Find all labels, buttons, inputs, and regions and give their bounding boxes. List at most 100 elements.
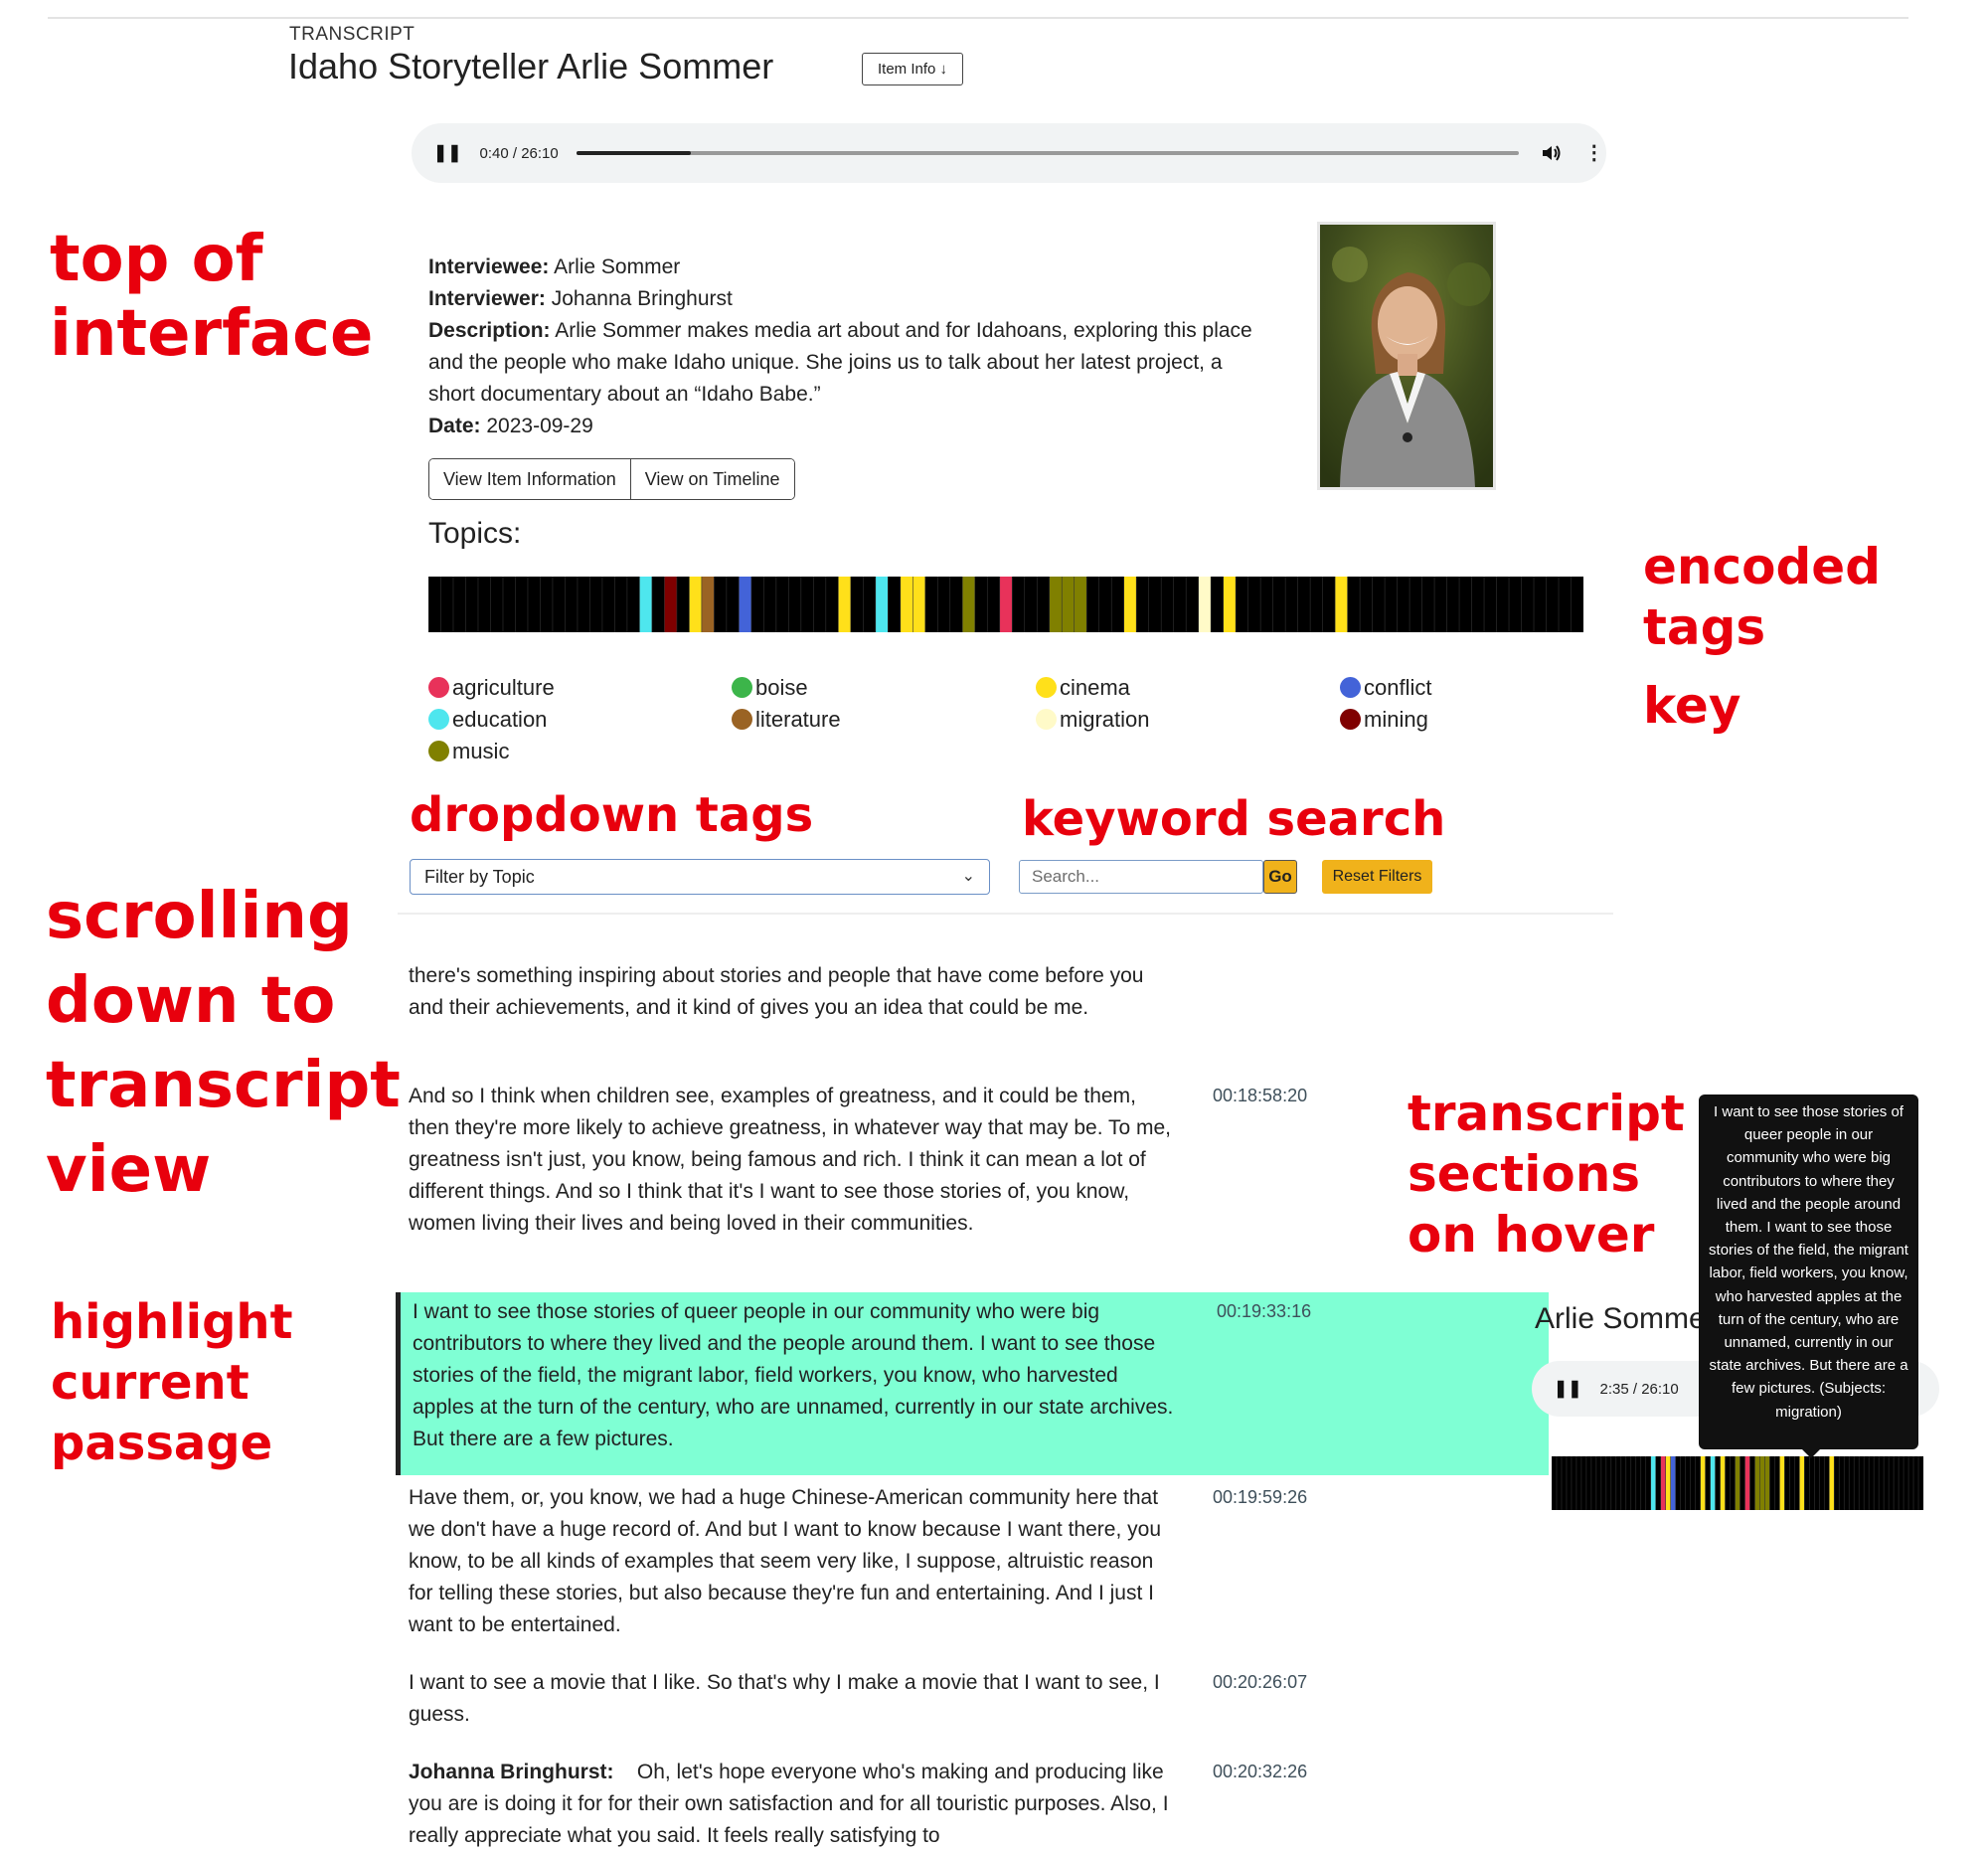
topic-segment[interactable] [1749, 1456, 1755, 1510]
pause-icon[interactable]: ❚❚ [433, 143, 462, 163]
topic-segment[interactable] [1705, 1456, 1711, 1510]
topic-segment[interactable] [1665, 1456, 1671, 1510]
topic-segment[interactable] [490, 577, 504, 632]
topic-segment[interactable] [1720, 1456, 1726, 1510]
topic-segment[interactable] [937, 577, 951, 632]
topic-segment[interactable] [1421, 577, 1435, 632]
topic-segment[interactable] [664, 577, 678, 632]
topic-segment[interactable] [676, 577, 690, 632]
topic-segment[interactable] [1580, 1456, 1587, 1510]
topic-segment[interactable] [689, 577, 703, 632]
topic-segment[interactable] [838, 577, 852, 632]
topic-segment[interactable] [1556, 1456, 1563, 1510]
topic-segment[interactable] [1869, 1456, 1875, 1510]
topic-segment[interactable] [974, 577, 988, 632]
transcript-paragraph[interactable]: I want to see a movie that I like. So th… [409, 1667, 1174, 1731]
topic-segment[interactable] [1650, 1456, 1657, 1510]
topic-segment[interactable] [601, 577, 615, 632]
transcript-paragraph-current[interactable]: I want to see those stories of queer peo… [413, 1296, 1178, 1455]
topic-segment[interactable] [1814, 1456, 1820, 1510]
topic-segment[interactable] [1918, 1456, 1923, 1510]
topic-segment[interactable] [1585, 1456, 1592, 1510]
topic-segment[interactable] [1285, 577, 1298, 632]
topic-segment[interactable] [1715, 1456, 1721, 1510]
topic-segment[interactable] [1575, 1456, 1582, 1510]
topic-segment[interactable] [1610, 1456, 1617, 1510]
topic-segment[interactable] [651, 577, 665, 632]
topic-segment[interactable] [1509, 577, 1522, 632]
topic-segment[interactable] [1640, 1456, 1647, 1510]
topic-segment[interactable] [1889, 1456, 1895, 1510]
topic-segment[interactable] [639, 577, 653, 632]
topic-segment[interactable] [540, 577, 554, 632]
topic-segment[interactable] [1630, 1456, 1637, 1510]
topic-segment[interactable] [1024, 577, 1038, 632]
topic-segment[interactable] [1347, 577, 1361, 632]
topic-segment[interactable] [477, 577, 491, 632]
topic-segment[interactable] [1789, 1456, 1795, 1510]
topic-segment[interactable] [726, 577, 740, 632]
reset-filters-button[interactable]: Reset Filters [1322, 860, 1432, 894]
topic-segment[interactable] [1899, 1456, 1905, 1510]
topic-segment[interactable] [1074, 577, 1087, 632]
more-options-icon[interactable]: ⋮ [1584, 143, 1604, 163]
topic-segment[interactable] [1561, 1456, 1568, 1510]
topic-segment[interactable] [452, 577, 466, 632]
topic-segment[interactable] [465, 577, 479, 632]
topic-segment[interactable] [1571, 1456, 1577, 1510]
topic-segment[interactable] [1849, 1456, 1855, 1510]
topic-segment[interactable] [1595, 1456, 1602, 1510]
topic-segment[interactable] [527, 577, 541, 632]
topic-segment[interactable] [1123, 577, 1137, 632]
topic-segment[interactable] [1605, 1456, 1612, 1510]
topic-segment[interactable] [565, 577, 579, 632]
topic-segment[interactable] [1859, 1456, 1865, 1510]
topic-segment[interactable] [1322, 577, 1336, 632]
topic-segment[interactable] [1546, 577, 1560, 632]
topic-segment[interactable] [1335, 577, 1348, 632]
topic-segment[interactable] [714, 577, 728, 632]
topic-segment[interactable] [1590, 1456, 1597, 1510]
topic-segment[interactable] [1161, 577, 1174, 632]
topic-segment[interactable] [1884, 1456, 1890, 1510]
topic-segment[interactable] [1198, 577, 1212, 632]
topic-segment[interactable] [1700, 1456, 1706, 1510]
topic-segment[interactable] [1784, 1456, 1790, 1510]
topic-segment[interactable] [1409, 577, 1422, 632]
topic-segment[interactable] [1839, 1456, 1845, 1510]
topic-segment[interactable] [1764, 1456, 1770, 1510]
topic-segment[interactable] [1223, 577, 1237, 632]
topic-segment[interactable] [813, 577, 827, 632]
topic-segment[interactable] [1908, 1456, 1914, 1510]
topic-segment[interactable] [626, 577, 640, 632]
topic-segment[interactable] [1211, 577, 1224, 632]
view-on-timeline-button[interactable]: View on Timeline [629, 459, 794, 499]
topic-segment[interactable] [949, 577, 963, 632]
topic-segment[interactable] [1695, 1456, 1701, 1510]
topic-segment[interactable] [1854, 1456, 1860, 1510]
topic-segment[interactable] [701, 577, 715, 632]
topic-segment[interactable] [1496, 577, 1510, 632]
topic-segment[interactable] [987, 577, 1001, 632]
topic-segment[interactable] [1360, 577, 1373, 632]
topic-segment[interactable] [1446, 577, 1460, 632]
topic-segment[interactable] [1559, 577, 1572, 632]
topic-segment[interactable] [1874, 1456, 1880, 1510]
topic-segment[interactable] [875, 577, 889, 632]
topic-segment[interactable] [440, 577, 454, 632]
topic-segment[interactable] [577, 577, 590, 632]
topic-segment[interactable] [1645, 1456, 1652, 1510]
topic-segment[interactable] [1819, 1456, 1825, 1510]
topic-segment[interactable] [900, 577, 913, 632]
view-item-information-button[interactable]: View Item Information [429, 459, 630, 499]
player-progress-track[interactable] [576, 151, 1519, 155]
topic-segment[interactable] [739, 577, 752, 632]
topic-segment[interactable] [1834, 1456, 1840, 1510]
topic-segment[interactable] [1710, 1456, 1716, 1510]
topic-segment[interactable] [1310, 577, 1323, 632]
topic-segment[interactable] [863, 577, 877, 632]
topic-segment[interactable] [1904, 1456, 1909, 1510]
topic-segment[interactable] [912, 577, 926, 632]
topic-segment[interactable] [924, 577, 938, 632]
topic-segment[interactable] [1297, 577, 1311, 632]
